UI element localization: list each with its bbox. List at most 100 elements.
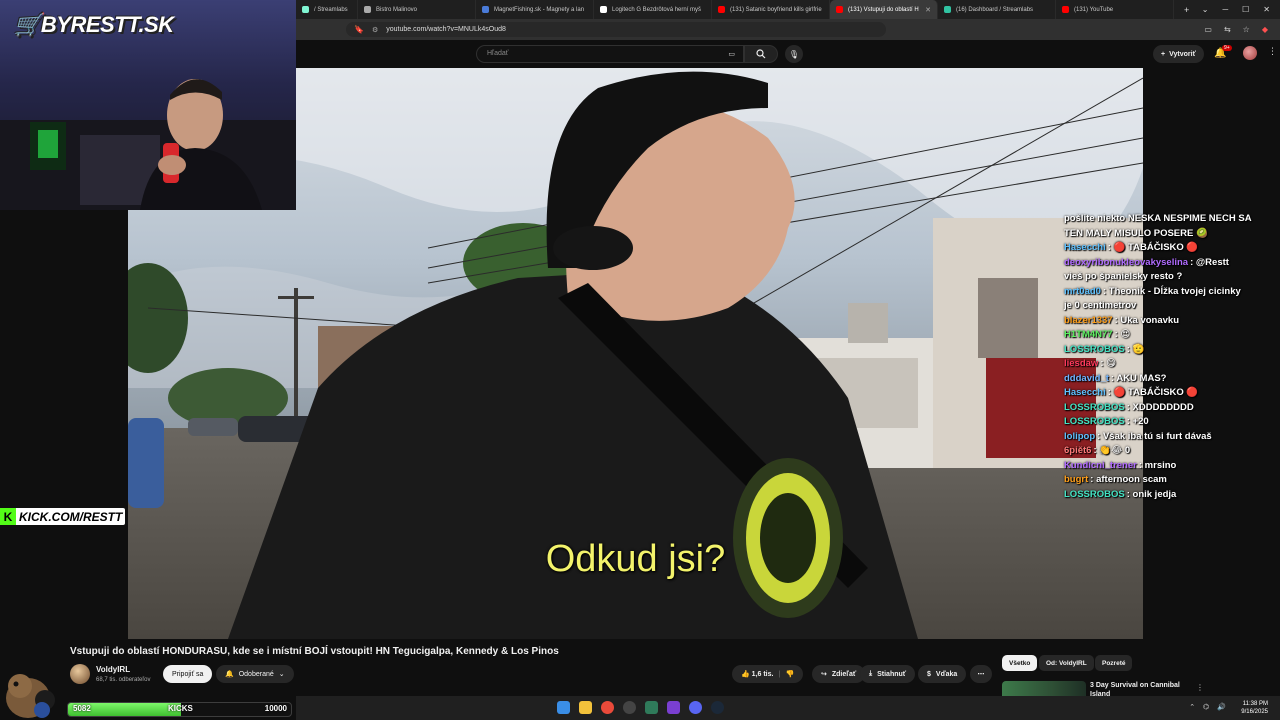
chip-from-channel[interactable]: Od: VoldyIRL: [1039, 655, 1094, 671]
channel-name[interactable]: VoldyIRL: [96, 665, 130, 674]
chat-message: pošlite niekto NESKA NESPIME NECH SA: [1064, 212, 1280, 227]
plus-icon: +: [1161, 50, 1166, 58]
webcam-overlay: 🛒BYRESTT.SK: [0, 0, 296, 210]
steam-icon[interactable]: [711, 701, 724, 714]
chat-username[interactable]: Hasecchi: [1064, 242, 1106, 253]
url-text: youtube.com/watch?v=MNULk4sOud8: [386, 26, 506, 33]
network-icon[interactable]: ⌬: [1203, 703, 1209, 711]
twitch-icon[interactable]: [667, 701, 680, 714]
like-button[interactable]: 👍 1,6 tis.: [741, 670, 773, 678]
terminal-icon[interactable]: [645, 701, 658, 714]
tab-favicon-icon: [1062, 6, 1069, 13]
chat-username[interactable]: mrt0ad0: [1064, 286, 1101, 297]
chat-message: LOSSROBOS: 🫡: [1064, 343, 1280, 358]
new-tab-button[interactable]: +: [1174, 5, 1199, 15]
chat-message: dddavid_t: AKU MAS?: [1064, 372, 1280, 387]
kicks-current: 5082: [73, 704, 91, 713]
chat-username[interactable]: lolipop: [1064, 431, 1095, 442]
omnibox[interactable]: 🔖 ⚙ youtube.com/watch?v=MNULk4sOud8: [346, 22, 886, 37]
keyboard-icon[interactable]: ▭: [728, 50, 735, 58]
chat-text: +20: [1132, 416, 1149, 427]
thanks-button[interactable]: $ Vďaka: [918, 665, 967, 683]
voice-search-button[interactable]: 🎙: [785, 45, 803, 63]
chat-username[interactable]: liesdaw: [1064, 358, 1098, 369]
more-menu-icon[interactable]: ⋮: [1268, 46, 1277, 57]
start-menu-icon[interactable]: [557, 701, 570, 714]
share-button[interactable]: ↪ Zdieľať: [812, 665, 866, 683]
dislike-button[interactable]: 👎: [785, 670, 794, 678]
create-label: Vytvoriť: [1169, 50, 1196, 58]
toolbar-icons: ▭ ⇆ ☆ ◆: [1204, 25, 1280, 34]
chip-all[interactable]: Všetko: [1002, 655, 1038, 671]
system-tray: ⌃ ⌬ 🔊: [1189, 703, 1226, 711]
browser-tab[interactable]: (16) Dashboard / Streamlabs: [938, 0, 1056, 19]
tab-favicon-icon: [600, 6, 607, 13]
cart-icon: 🛒: [14, 12, 41, 37]
like-count: 1,6 tis.: [751, 671, 774, 678]
maximize-icon[interactable]: ☐: [1242, 5, 1249, 14]
browser-tab[interactable]: Bistro Malinovo: [358, 0, 476, 19]
chat-username[interactable]: bugrt: [1064, 474, 1088, 485]
obs-icon[interactable]: [623, 701, 636, 714]
tab-search-icon[interactable]: ⌄: [1202, 5, 1209, 14]
chat-username[interactable]: LOSSROBOS: [1064, 489, 1125, 500]
star-icon[interactable]: ☆: [1243, 25, 1250, 34]
chat-username[interactable]: Kundicni_trener: [1064, 460, 1137, 471]
thanks-label: Vďaka: [935, 670, 958, 678]
volume-icon[interactable]: 🔊: [1217, 703, 1226, 711]
chat-username[interactable]: blazer1337: [1064, 315, 1113, 326]
channel-avatar[interactable]: [70, 664, 90, 684]
bookmark-icon[interactable]: 🔖: [354, 25, 364, 34]
chip-watched[interactable]: Pozreté: [1095, 655, 1133, 671]
bell-icon: 🔔: [225, 671, 234, 678]
chat-username[interactable]: Hasecchi: [1064, 387, 1106, 398]
chat-message: blazer1337: Uka vonavku: [1064, 314, 1280, 329]
site-info-icon[interactable]: ⚙: [372, 26, 378, 34]
search-icon: [756, 49, 766, 59]
join-button[interactable]: Pripojiť sa: [163, 665, 213, 683]
browser-tab[interactable]: / Streamlabs: [296, 0, 358, 19]
file-explorer-icon[interactable]: [579, 701, 592, 714]
search-button[interactable]: [744, 45, 778, 63]
chat-text: @Restt: [1195, 256, 1229, 268]
chat-username[interactable]: dddavid_t: [1064, 373, 1109, 384]
account-avatar[interactable]: [1243, 46, 1257, 60]
cast-icon[interactable]: ▭: [1204, 25, 1212, 34]
tab-close-icon[interactable]: ✕: [925, 6, 931, 14]
create-button[interactable]: + Vytvoriť: [1153, 45, 1204, 63]
chat-username[interactable]: 6piět6: [1064, 445, 1091, 456]
chat-username[interactable]: H1TM4N77: [1064, 329, 1113, 340]
search-placeholder: Hľadať: [487, 50, 509, 57]
chat-message: je 0 centimetrov: [1064, 299, 1280, 314]
thumbs-down-icon: 👎: [785, 671, 795, 678]
browser-tab[interactable]: (131) Satanic boyfriend kills girlfrie: [712, 0, 830, 19]
chat-text: je 0 centimetrov: [1064, 300, 1137, 311]
translate-icon[interactable]: ⇆: [1224, 25, 1231, 34]
chat-username[interactable]: deoxyribonukleovakyselina: [1064, 257, 1188, 268]
download-button[interactable]: ⤓ Stiahnuť: [860, 665, 916, 683]
extension-icon[interactable]: ◆: [1262, 25, 1268, 34]
browser-tab[interactable]: (131) YouTube: [1056, 0, 1174, 19]
subscribed-button[interactable]: 🔔 Odoberané ⌄: [216, 665, 294, 683]
chat-text: afternoon scam: [1096, 474, 1167, 485]
close-window-icon[interactable]: ✕: [1263, 5, 1270, 14]
chat-text: pošlite niekto NESKA NESPIME NECH SA: [1064, 213, 1252, 224]
discord-icon[interactable]: [689, 701, 702, 714]
chat-username[interactable]: LOSSROBOS: [1064, 416, 1125, 427]
chat-text: 🔴 TABÁČISKO 🔴: [1113, 387, 1199, 398]
browser-tab[interactable]: Logitech G Bezdrôtová herní myš: [594, 0, 712, 19]
browser-icon[interactable]: [601, 701, 614, 714]
video-subtitle: Odkud jsi?: [545, 538, 726, 580]
chat-username[interactable]: LOSSROBOS: [1064, 344, 1125, 355]
browser-tab[interactable]: MagnetFishing.sk - Magnety a lan: [476, 0, 594, 19]
search-input[interactable]: Hľadať ▭: [476, 45, 744, 63]
browser-tab[interactable]: (131) Vstupuji do oblastí H ✕: [830, 0, 938, 19]
chat-message: H1TM4N77: 😍: [1064, 328, 1280, 343]
clock-date: 9/16/2025: [1241, 709, 1268, 715]
chevron-up-icon[interactable]: ⌃: [1189, 703, 1195, 711]
minimize-icon[interactable]: ─: [1222, 5, 1228, 14]
chat-username[interactable]: LOSSROBOS: [1064, 402, 1125, 413]
more-actions-button[interactable]: ⋯: [970, 665, 992, 683]
taskbar-clock[interactable]: 11:38 PM 9/16/2025: [1241, 700, 1268, 716]
recommended-menu-icon[interactable]: ⋮: [1196, 683, 1204, 692]
